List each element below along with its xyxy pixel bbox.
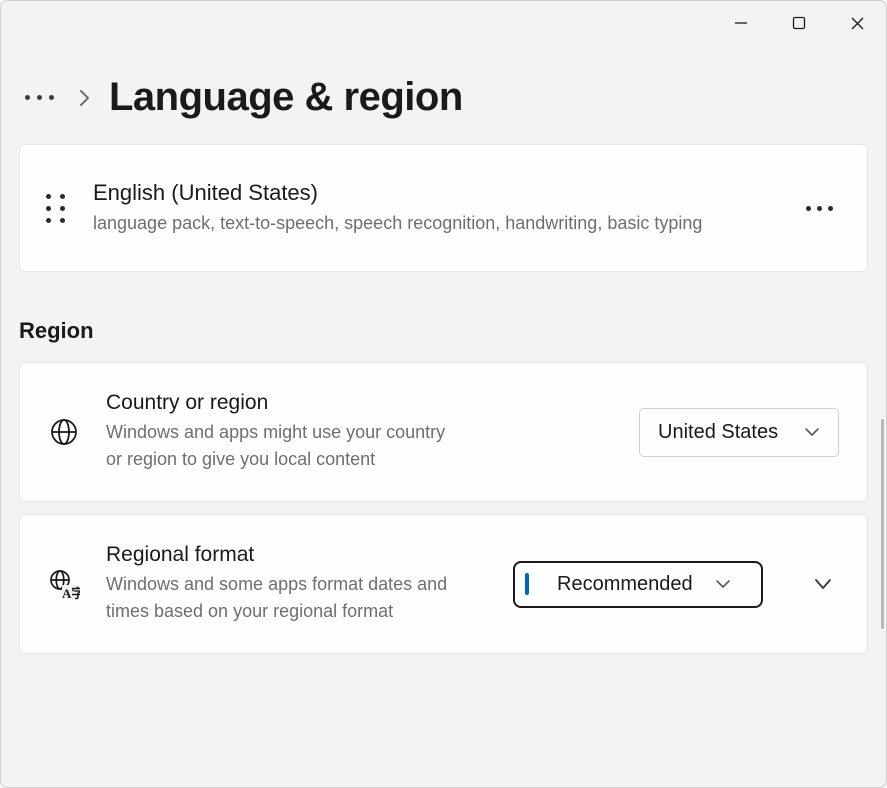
drag-handle-icon[interactable]	[46, 194, 65, 223]
language-item-title: English (United States)	[93, 180, 770, 206]
globe-translate-icon: A字	[48, 568, 80, 600]
regional-format-text: Regional format Windows and some apps fo…	[106, 543, 487, 625]
globe-icon	[48, 417, 80, 447]
country-region-row: Country or region Windows and apps might…	[19, 362, 868, 502]
country-region-text: Country or region Windows and apps might…	[106, 391, 613, 473]
region-section-header: Region	[1, 290, 886, 362]
focus-accent	[525, 573, 529, 595]
settings-window: Language & region English (United States…	[0, 0, 887, 788]
country-region-title: Country or region	[106, 391, 601, 415]
regional-format-value: Recommended	[557, 573, 699, 596]
titlebar	[1, 1, 886, 45]
country-region-value: United States	[658, 421, 778, 444]
regional-format-expand-button[interactable]	[789, 570, 839, 598]
regional-format-row: A字 Regional format Windows and some apps…	[19, 514, 868, 654]
close-button[interactable]	[828, 1, 886, 45]
language-item-more-button[interactable]	[798, 198, 841, 219]
language-item-subtitle: language pack, text-to-speech, speech re…	[93, 210, 770, 237]
scrollbar-thumb[interactable]	[881, 419, 884, 629]
chevron-down-icon	[804, 427, 820, 437]
svg-text:A字: A字	[62, 586, 80, 600]
chevron-down-icon	[715, 579, 731, 589]
breadcrumb: Language & region	[1, 45, 886, 144]
chevron-right-icon	[78, 88, 91, 108]
country-region-subtitle: Windows and apps might use your country …	[106, 419, 466, 473]
breadcrumb-overflow-button[interactable]	[19, 89, 60, 106]
regional-format-dropdown[interactable]: Recommended	[513, 561, 763, 608]
regional-format-title: Regional format	[106, 543, 475, 567]
country-region-dropdown[interactable]: United States	[639, 408, 839, 457]
regional-format-subtitle: Windows and some apps format dates and t…	[106, 571, 466, 625]
maximize-button[interactable]	[770, 1, 828, 45]
language-item[interactable]: English (United States) language pack, t…	[19, 144, 868, 272]
minimize-button[interactable]	[712, 1, 770, 45]
language-item-text: English (United States) language pack, t…	[93, 180, 770, 237]
page-title: Language & region	[109, 75, 463, 120]
